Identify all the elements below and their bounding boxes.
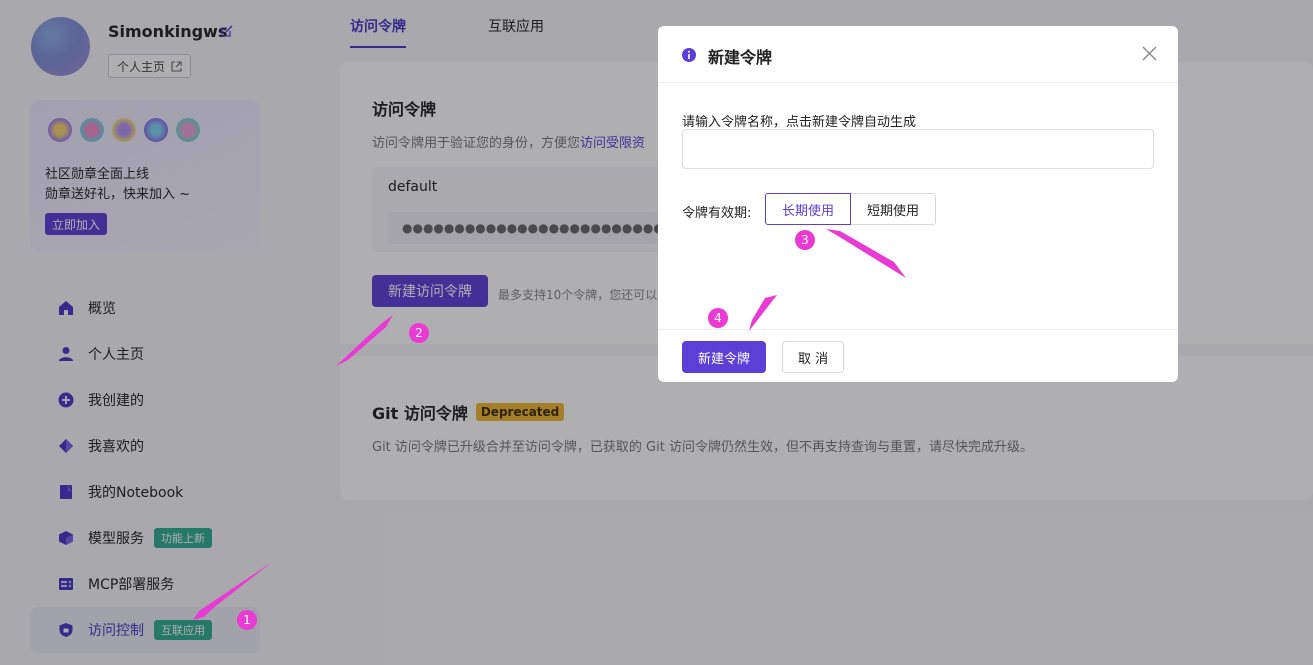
cancel-button[interactable]: 取 消 — [782, 341, 845, 373]
short-term-option[interactable]: 短期使用 — [851, 193, 937, 225]
new-token-dialog: 新建令牌 请输入令牌名称，点击新建令牌自动生成 令牌有效期: 长期使用 短期使用… — [658, 26, 1178, 382]
dialog-title: 新建令牌 — [708, 48, 773, 67]
info-icon — [682, 48, 696, 62]
long-term-option[interactable]: 长期使用 — [765, 193, 852, 225]
create-token-button[interactable]: 新建令牌 — [682, 341, 767, 373]
dialog-header: 新建令牌 — [658, 26, 1178, 83]
token-name-label: 请输入令牌名称，点击新建令牌自动生成 — [682, 115, 917, 130]
token-name-input[interactable] — [682, 129, 1154, 169]
close-icon[interactable] — [1142, 46, 1157, 61]
validity-toggle: 长期使用 短期使用 — [765, 193, 937, 225]
annotation-marker-3: 3 — [795, 230, 815, 250]
validity-label: 令牌有效期: — [682, 206, 752, 221]
annotation-marker-1: 1 — [237, 610, 257, 630]
annotation-marker-4: 4 — [708, 308, 728, 328]
annotation-marker-2: 2 — [409, 323, 429, 343]
dialog-footer: 新建令牌 取 消 — [658, 329, 1178, 382]
